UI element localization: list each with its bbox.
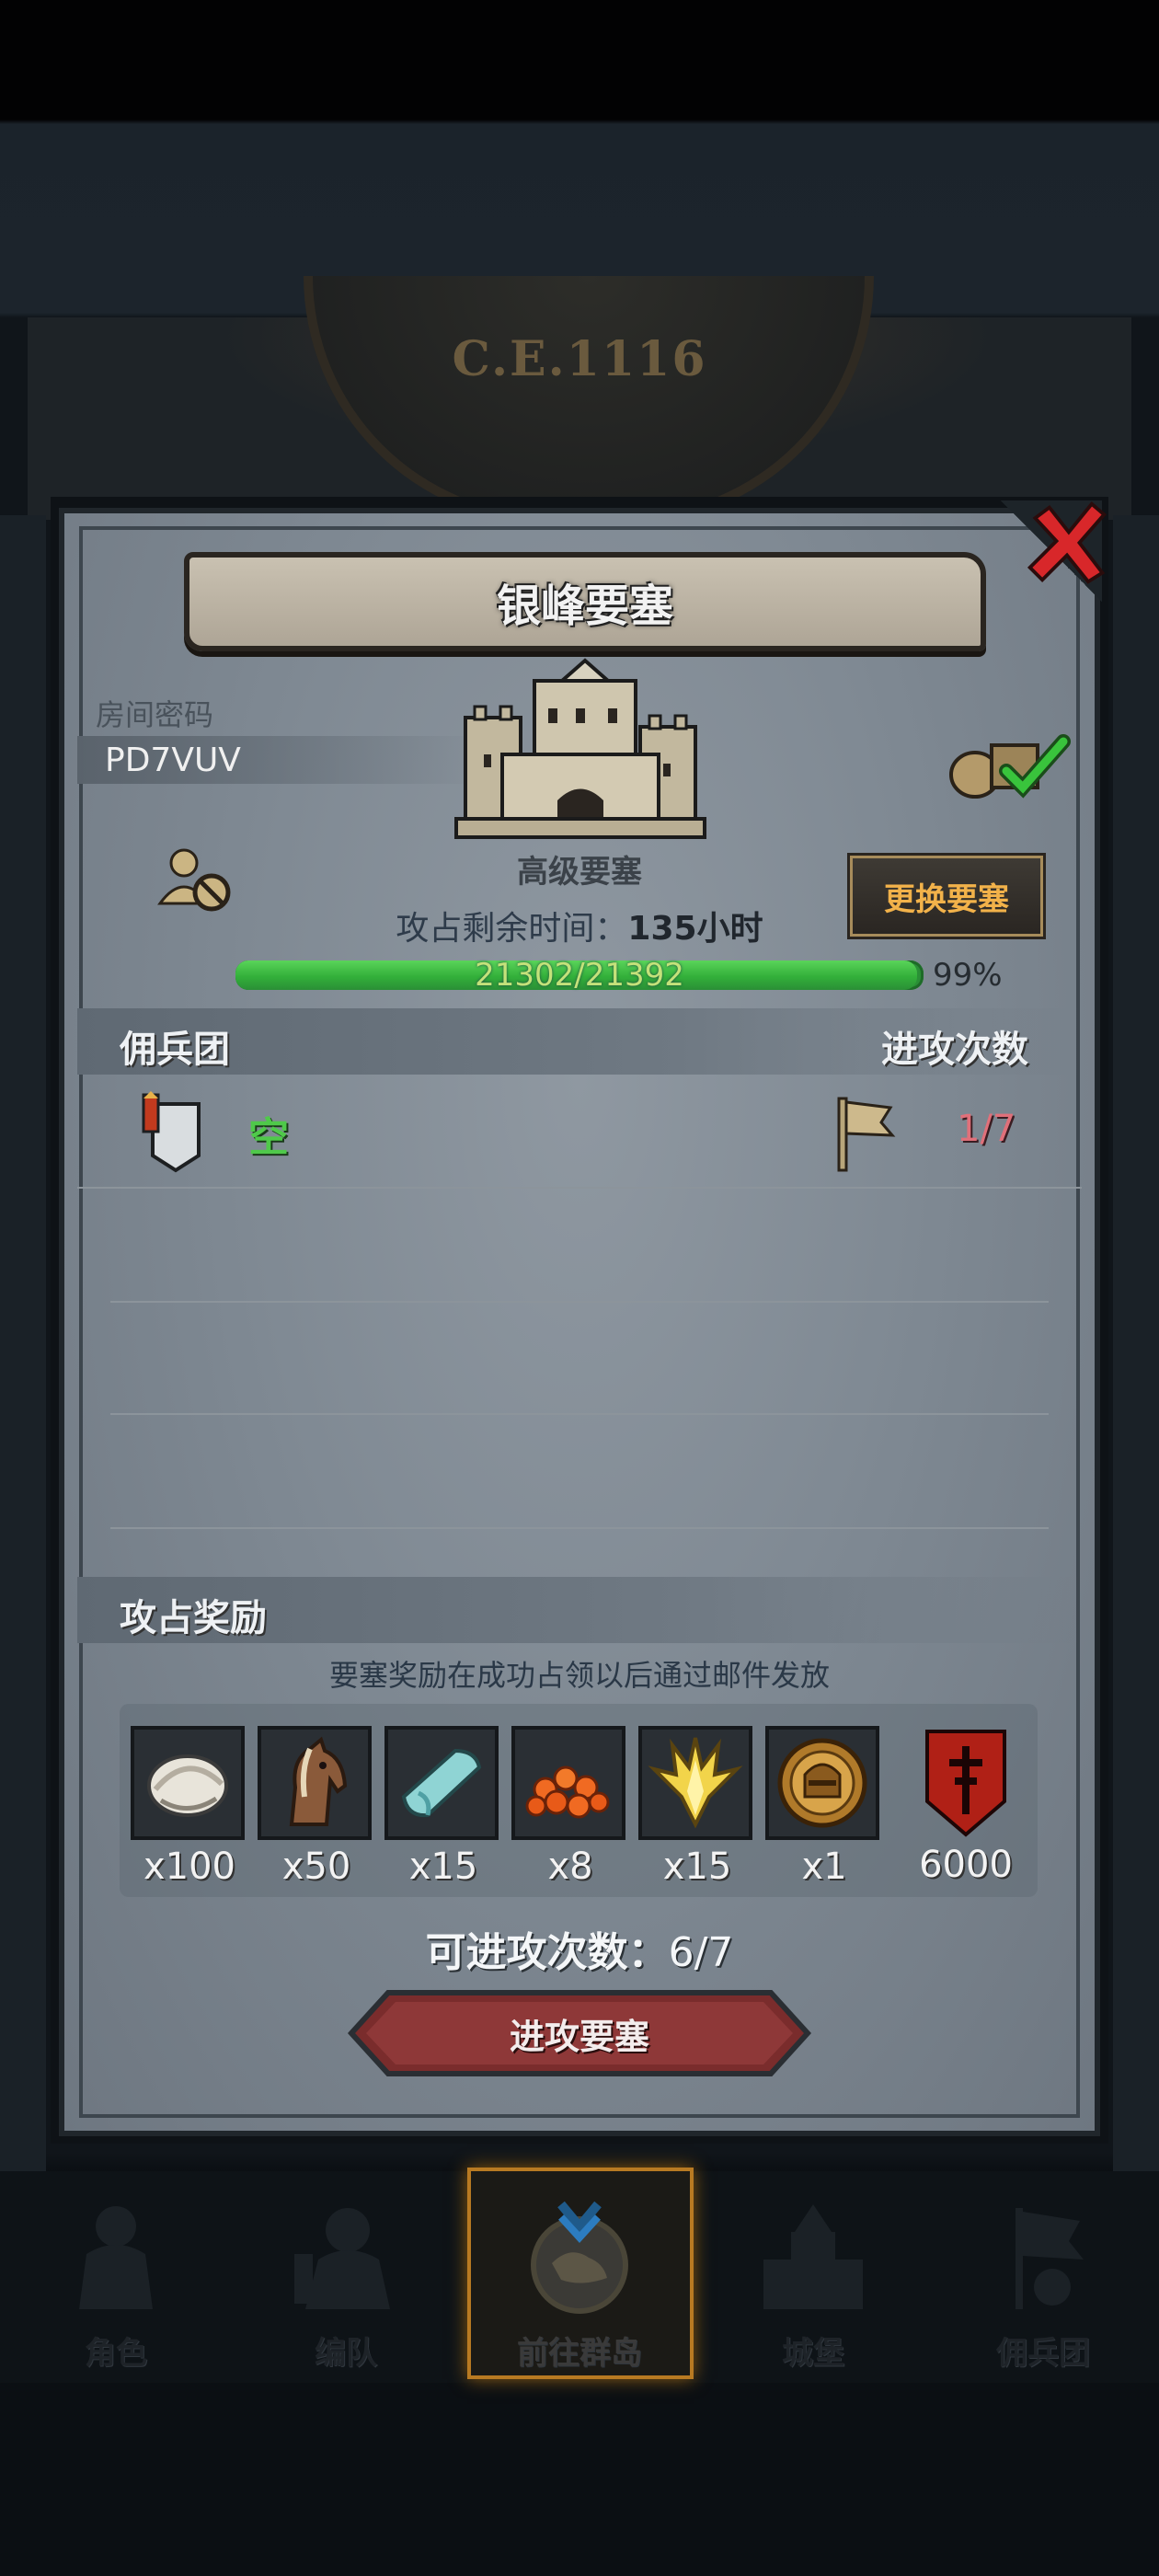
remaining-time-label: 攻占剩余时间：	[396, 910, 628, 948]
attack-count-header: 进攻次数	[881, 1029, 1028, 1071]
attack-fortress-label[interactable]: 进攻要塞	[348, 1989, 811, 2077]
oyster-icon	[147, 1754, 228, 1817]
reward-item[interactable]: x100	[131, 1726, 248, 1888]
character-icon	[79, 2206, 153, 2309]
loot-bags-check-icon[interactable]	[942, 727, 1071, 800]
fortress-hp-text: 21302/21392	[475, 957, 684, 994]
nav-label: 前往群岛	[517, 2335, 642, 2372]
nav-label: 编队	[315, 2335, 377, 2372]
fortress-castle-icon	[454, 658, 706, 839]
cloth-icon	[401, 1748, 482, 1818]
reward-item[interactable]: x15	[384, 1726, 502, 1888]
rewards-section-title: 攻占奖励	[120, 1597, 267, 1639]
mercenary-row[interactable]	[77, 1076, 1082, 1189]
reward-qty: x8	[547, 1846, 593, 1888]
nav-character[interactable]: 角色	[6, 2190, 226, 2374]
era-label: C.E.1116	[452, 331, 707, 387]
available-attacks: 可进攻次数：6/7	[0, 1919, 1159, 1978]
reward-item[interactable]: 6000	[911, 1726, 1021, 1886]
available-attacks-value: 6/7	[668, 1929, 734, 1976]
knight-medal-icon	[777, 1738, 867, 1828]
remaining-time: 攻占剩余时间：135小时	[0, 902, 1159, 949]
flag-icon	[837, 1097, 896, 1172]
remaining-time-value: 135小时	[627, 910, 763, 948]
nav-label: 城堡	[782, 2335, 844, 2372]
reward-qty: x100	[143, 1846, 236, 1888]
mercenary-section-title: 佣兵团	[120, 1029, 230, 1071]
mercenary-name: 空	[248, 1114, 289, 1161]
reward-item[interactable]: x15	[638, 1726, 756, 1888]
guild-shield-icon	[142, 1091, 201, 1173]
nav-mercenary[interactable]: 佣兵团	[933, 2190, 1153, 2374]
caviar-icon	[525, 1765, 610, 1819]
reward-qty: 6000	[919, 1844, 1013, 1886]
available-attacks-label: 可进攻次数：	[425, 1929, 669, 1976]
mercenary-icon	[1016, 2208, 1084, 2309]
nav-label: 佣兵团	[996, 2335, 1090, 2372]
nav-castle[interactable]: 城堡	[703, 2190, 924, 2374]
islands-icon	[531, 2201, 628, 2314]
rewards-note: 要塞奖励在成功占领以后通过邮件发放	[328, 1658, 830, 1693]
empty-row-divider	[110, 1301, 1049, 1303]
horse-icon	[289, 1736, 348, 1826]
nav-formation[interactable]: 编队	[235, 2190, 456, 2374]
room-code-label: 房间密码	[96, 697, 214, 732]
room-code: PD7VUV	[105, 742, 241, 779]
reward-item[interactable]: x50	[258, 1726, 375, 1888]
reward-qty: x15	[408, 1846, 478, 1888]
close-icon	[1027, 501, 1107, 584]
reward-qty: x50	[281, 1846, 351, 1888]
guild-banner-icon	[925, 1730, 1006, 1837]
gold-crest-icon	[648, 1737, 743, 1829]
nav-islands[interactable]: 前往群岛	[469, 2190, 690, 2374]
castle-icon	[763, 2204, 863, 2309]
mercenary-attack-count: 1/7	[957, 1108, 1016, 1150]
reward-qty: x15	[662, 1846, 732, 1888]
close-button[interactable]	[1021, 497, 1113, 589]
fortress-title: 银峰要塞	[496, 581, 673, 632]
reward-qty: x1	[801, 1846, 847, 1888]
reward-item[interactable]: x8	[511, 1726, 629, 1888]
reward-item[interactable]: x1	[765, 1726, 883, 1888]
empty-row-divider	[110, 1413, 1049, 1415]
fortress-title-banner: 银峰要塞	[184, 552, 986, 651]
formation-icon	[294, 2208, 390, 2309]
fortress-hp-percent: 99%	[933, 957, 1003, 994]
empty-row-divider	[110, 1527, 1049, 1529]
nav-label: 角色	[85, 2335, 147, 2372]
